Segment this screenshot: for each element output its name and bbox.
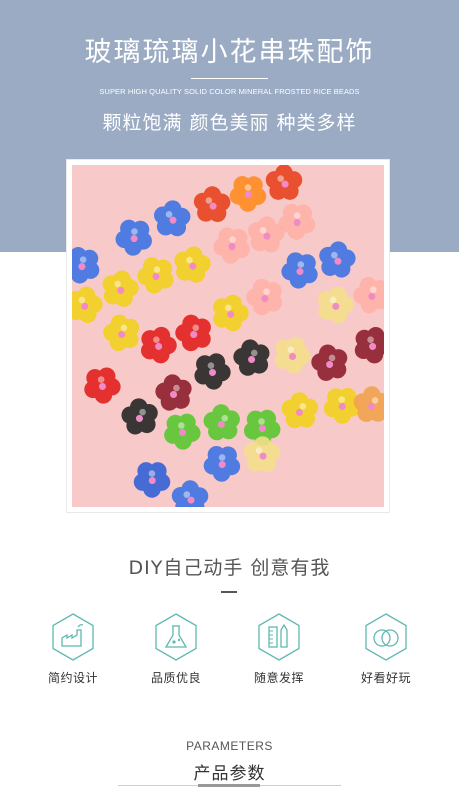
- flower-bead: [97, 307, 148, 358]
- feature-item-simple-design: 简约设计: [33, 612, 113, 686]
- flower-bead: [193, 185, 231, 223]
- flower-bead: [109, 210, 161, 262]
- product-photo: [72, 165, 384, 507]
- product-photo-frame: [67, 160, 389, 512]
- flower-bead: [199, 398, 247, 447]
- flower-bead: [197, 437, 248, 488]
- flower-bead: [268, 330, 317, 378]
- flower-bead: [265, 165, 303, 200]
- flower-bead: [228, 332, 278, 383]
- glass-flower-beads-image: [72, 165, 384, 507]
- flower-bead: [157, 405, 208, 455]
- flower-bead: [171, 243, 214, 285]
- parameters-heading-english: PARAMETERS: [186, 739, 273, 753]
- flower-bead: [98, 266, 142, 310]
- flower-bead: [306, 337, 356, 388]
- flower-bead: [223, 167, 274, 218]
- flower-bead: [169, 307, 220, 358]
- bottom-divider-accent: [198, 784, 260, 787]
- flower-bead: [72, 282, 107, 326]
- ruler-pencil-icon: [258, 613, 300, 661]
- tagline: 颗粒饱满 颜色美丽 种类多样: [102, 112, 357, 134]
- feature-label: 随意发挥: [253, 671, 304, 685]
- flower-bead: [152, 199, 192, 238]
- flower-bead: [347, 269, 384, 320]
- flower-bead: [312, 281, 358, 327]
- page-title: 玻璃琉璃小花串珠配饰: [84, 37, 375, 68]
- flower-bead: [207, 289, 254, 335]
- flower-bead: [135, 321, 182, 368]
- flower-bead: [171, 479, 209, 507]
- title-divider: [191, 78, 268, 79]
- flower-bead: [275, 243, 327, 295]
- feature-label: 好看好玩: [360, 671, 411, 685]
- flower-bead: [350, 381, 384, 428]
- flower-bead: [150, 368, 199, 417]
- flower-bead: [316, 238, 358, 280]
- flower-bead: [77, 359, 127, 409]
- heading-dash: [221, 591, 237, 593]
- subtitle-english: SUPER HIGH QUALITY SOLID COLOR MINERAL F…: [99, 87, 360, 96]
- flower-bead: [127, 453, 178, 504]
- feature-label: 简约设计: [47, 671, 98, 685]
- diy-heading: DIY自己动手 创意有我: [128, 557, 331, 579]
- feature-item-freedom: 随意发挥: [239, 612, 319, 686]
- parameters-heading: 产品参数: [193, 764, 266, 784]
- flower-bead: [242, 435, 282, 473]
- flower-bead: [188, 346, 237, 395]
- flower-bead: [131, 248, 183, 300]
- rings-icon: [365, 613, 407, 661]
- feature-list: 简约设计 品质优良 随意发挥 好看好玩: [0, 612, 459, 692]
- feature-item-quality: 品质优良: [136, 612, 216, 686]
- factory-icon: [52, 613, 94, 661]
- feature-item-fun: 好看好玩: [346, 612, 426, 686]
- flask-icon: [155, 613, 197, 661]
- flower-bead: [348, 320, 384, 368]
- flower-bead: [277, 387, 325, 435]
- flower-bead: [117, 392, 165, 441]
- flower-bead: [72, 238, 109, 290]
- feature-label: 品质优良: [150, 671, 201, 685]
